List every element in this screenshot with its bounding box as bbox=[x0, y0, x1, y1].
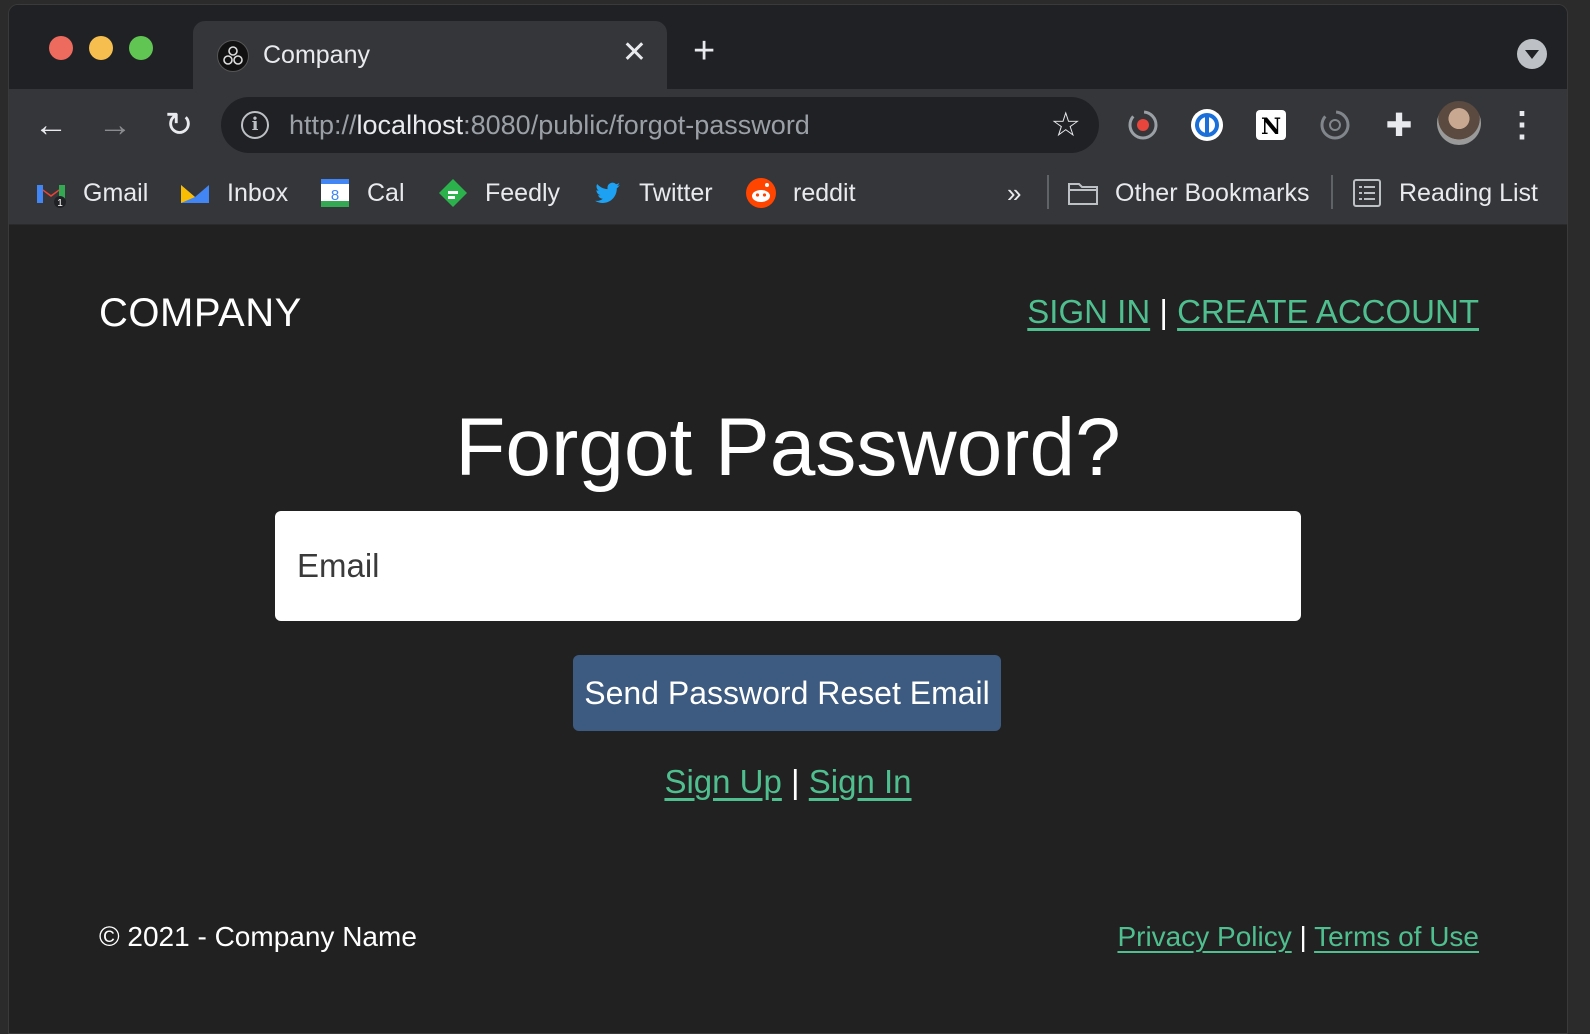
auth-links: Sign Up | Sign In bbox=[9, 763, 1567, 801]
header-separator: | bbox=[1159, 293, 1168, 330]
reload-button[interactable]: ↻ bbox=[157, 103, 201, 147]
svg-text:8: 8 bbox=[331, 187, 339, 204]
bookmark-gmail[interactable]: 1 Gmail bbox=[35, 173, 148, 213]
svg-text:1: 1 bbox=[57, 198, 63, 209]
email-field[interactable] bbox=[275, 511, 1301, 621]
bookmark-inbox[interactable]: Inbox bbox=[179, 173, 288, 213]
bookmark-twitter[interactable]: Twitter bbox=[591, 173, 713, 213]
svg-text:N: N bbox=[1261, 114, 1281, 140]
gmail-icon: 1 bbox=[35, 177, 67, 209]
footer-links: Privacy Policy | Terms of Use bbox=[1117, 921, 1479, 953]
bookmarks-divider bbox=[1047, 175, 1049, 209]
bookmark-feedly[interactable]: Feedly bbox=[437, 173, 560, 213]
bookmark-label: Feedly bbox=[485, 178, 561, 207]
back-button[interactable]: ← bbox=[29, 103, 73, 147]
feedly-icon bbox=[437, 177, 469, 209]
twitter-icon bbox=[591, 177, 623, 209]
bookmark-other-bookmarks[interactable]: Other Bookmarks bbox=[1067, 173, 1310, 213]
bookmark-reddit[interactable]: reddit bbox=[745, 173, 856, 213]
auth-separator: | bbox=[791, 763, 800, 800]
header-nav: SIGN IN | CREATE ACCOUNT bbox=[1027, 293, 1479, 331]
extension-1password-icon[interactable] bbox=[1187, 105, 1227, 145]
company-favicon-icon bbox=[217, 40, 249, 72]
company-logo[interactable]: COMPANY bbox=[99, 291, 302, 336]
browser-menu-icon[interactable]: ⋮ bbox=[1505, 103, 1539, 147]
sign-in-link[interactable]: Sign In bbox=[809, 763, 912, 800]
new-tab-button[interactable]: + bbox=[693, 31, 715, 71]
bookmark-label: Inbox bbox=[227, 178, 289, 207]
tab-title: Company bbox=[263, 41, 370, 69]
terms-of-use-link[interactable]: Terms of Use bbox=[1314, 921, 1479, 952]
page-title: Forgot Password? bbox=[455, 402, 1121, 493]
bookmarks-divider bbox=[1331, 175, 1333, 209]
browser-toolbar: ← → ↻ i http://localhost:8080/public/for… bbox=[9, 89, 1567, 161]
browser-window: Company ✕ + ← → ↻ i http://localhost:808… bbox=[8, 4, 1568, 1034]
minimize-window-button[interactable] bbox=[89, 36, 113, 60]
extension-recorder-icon[interactable] bbox=[1123, 105, 1163, 145]
calendar-icon: 8 bbox=[319, 177, 351, 209]
privacy-policy-link[interactable]: Privacy Policy bbox=[1117, 921, 1291, 952]
bookmark-label: Reading List bbox=[1399, 178, 1538, 207]
bookmark-label: reddit bbox=[793, 178, 856, 207]
send-reset-email-button[interactable]: Send Password Reset Email bbox=[573, 655, 1001, 731]
reading-list-icon bbox=[1351, 177, 1383, 209]
inbox-icon bbox=[179, 177, 211, 209]
reddit-icon bbox=[745, 177, 777, 209]
copyright-text: © 2021 - Company Name bbox=[99, 921, 417, 952]
bookmark-cal[interactable]: 8 Cal bbox=[319, 173, 405, 213]
bookmark-label: Other Bookmarks bbox=[1115, 178, 1310, 207]
tab-close-icon[interactable]: ✕ bbox=[622, 35, 647, 71]
bookmark-label: Cal bbox=[367, 178, 405, 207]
sign-up-link[interactable]: Sign Up bbox=[664, 763, 781, 800]
bookmarks-overflow-button[interactable]: » bbox=[1007, 173, 1021, 213]
tab-search-icon[interactable] bbox=[1517, 39, 1547, 69]
footer-separator: | bbox=[1299, 921, 1307, 952]
folder-icon bbox=[1067, 177, 1099, 209]
bookmark-star-icon[interactable]: ☆ bbox=[1051, 105, 1081, 145]
url-text[interactable]: http://localhost:8080/public/forgot-pass… bbox=[289, 110, 810, 141]
site-info-icon[interactable]: i bbox=[241, 111, 269, 139]
tab-company[interactable]: Company ✕ bbox=[193, 21, 667, 89]
tab-strip: Company ✕ + bbox=[9, 5, 1567, 89]
url-scheme: http:// bbox=[289, 110, 357, 140]
address-bar[interactable]: i http://localhost:8080/public/forgot-pa… bbox=[221, 97, 1099, 153]
maximize-window-button[interactable] bbox=[129, 36, 153, 60]
url-path: :8080/public/forgot-password bbox=[463, 110, 810, 140]
bookmark-label: Gmail bbox=[83, 178, 149, 207]
create-account-link[interactable]: CREATE ACCOUNT bbox=[1177, 293, 1479, 330]
bookmark-reading-list[interactable]: Reading List bbox=[1351, 173, 1538, 213]
profile-avatar[interactable] bbox=[1437, 101, 1481, 145]
bookmarks-bar: 1 Gmail Inbox 8 Cal Feedly Twitter reddi… bbox=[9, 161, 1567, 225]
extensions-puzzle-icon[interactable]: ✚ bbox=[1379, 105, 1419, 145]
page-content: COMPANY SIGN IN | CREATE ACCOUNT Forgot … bbox=[9, 225, 1567, 1033]
extension-sync-icon[interactable] bbox=[1315, 105, 1355, 145]
extension-notion-icon[interactable]: N bbox=[1251, 105, 1291, 145]
close-window-button[interactable] bbox=[49, 36, 73, 60]
bookmark-label: Twitter bbox=[639, 178, 713, 207]
url-host: localhost bbox=[356, 110, 464, 140]
sign-in-link[interactable]: SIGN IN bbox=[1027, 293, 1150, 330]
forward-button[interactable]: → bbox=[93, 103, 137, 147]
